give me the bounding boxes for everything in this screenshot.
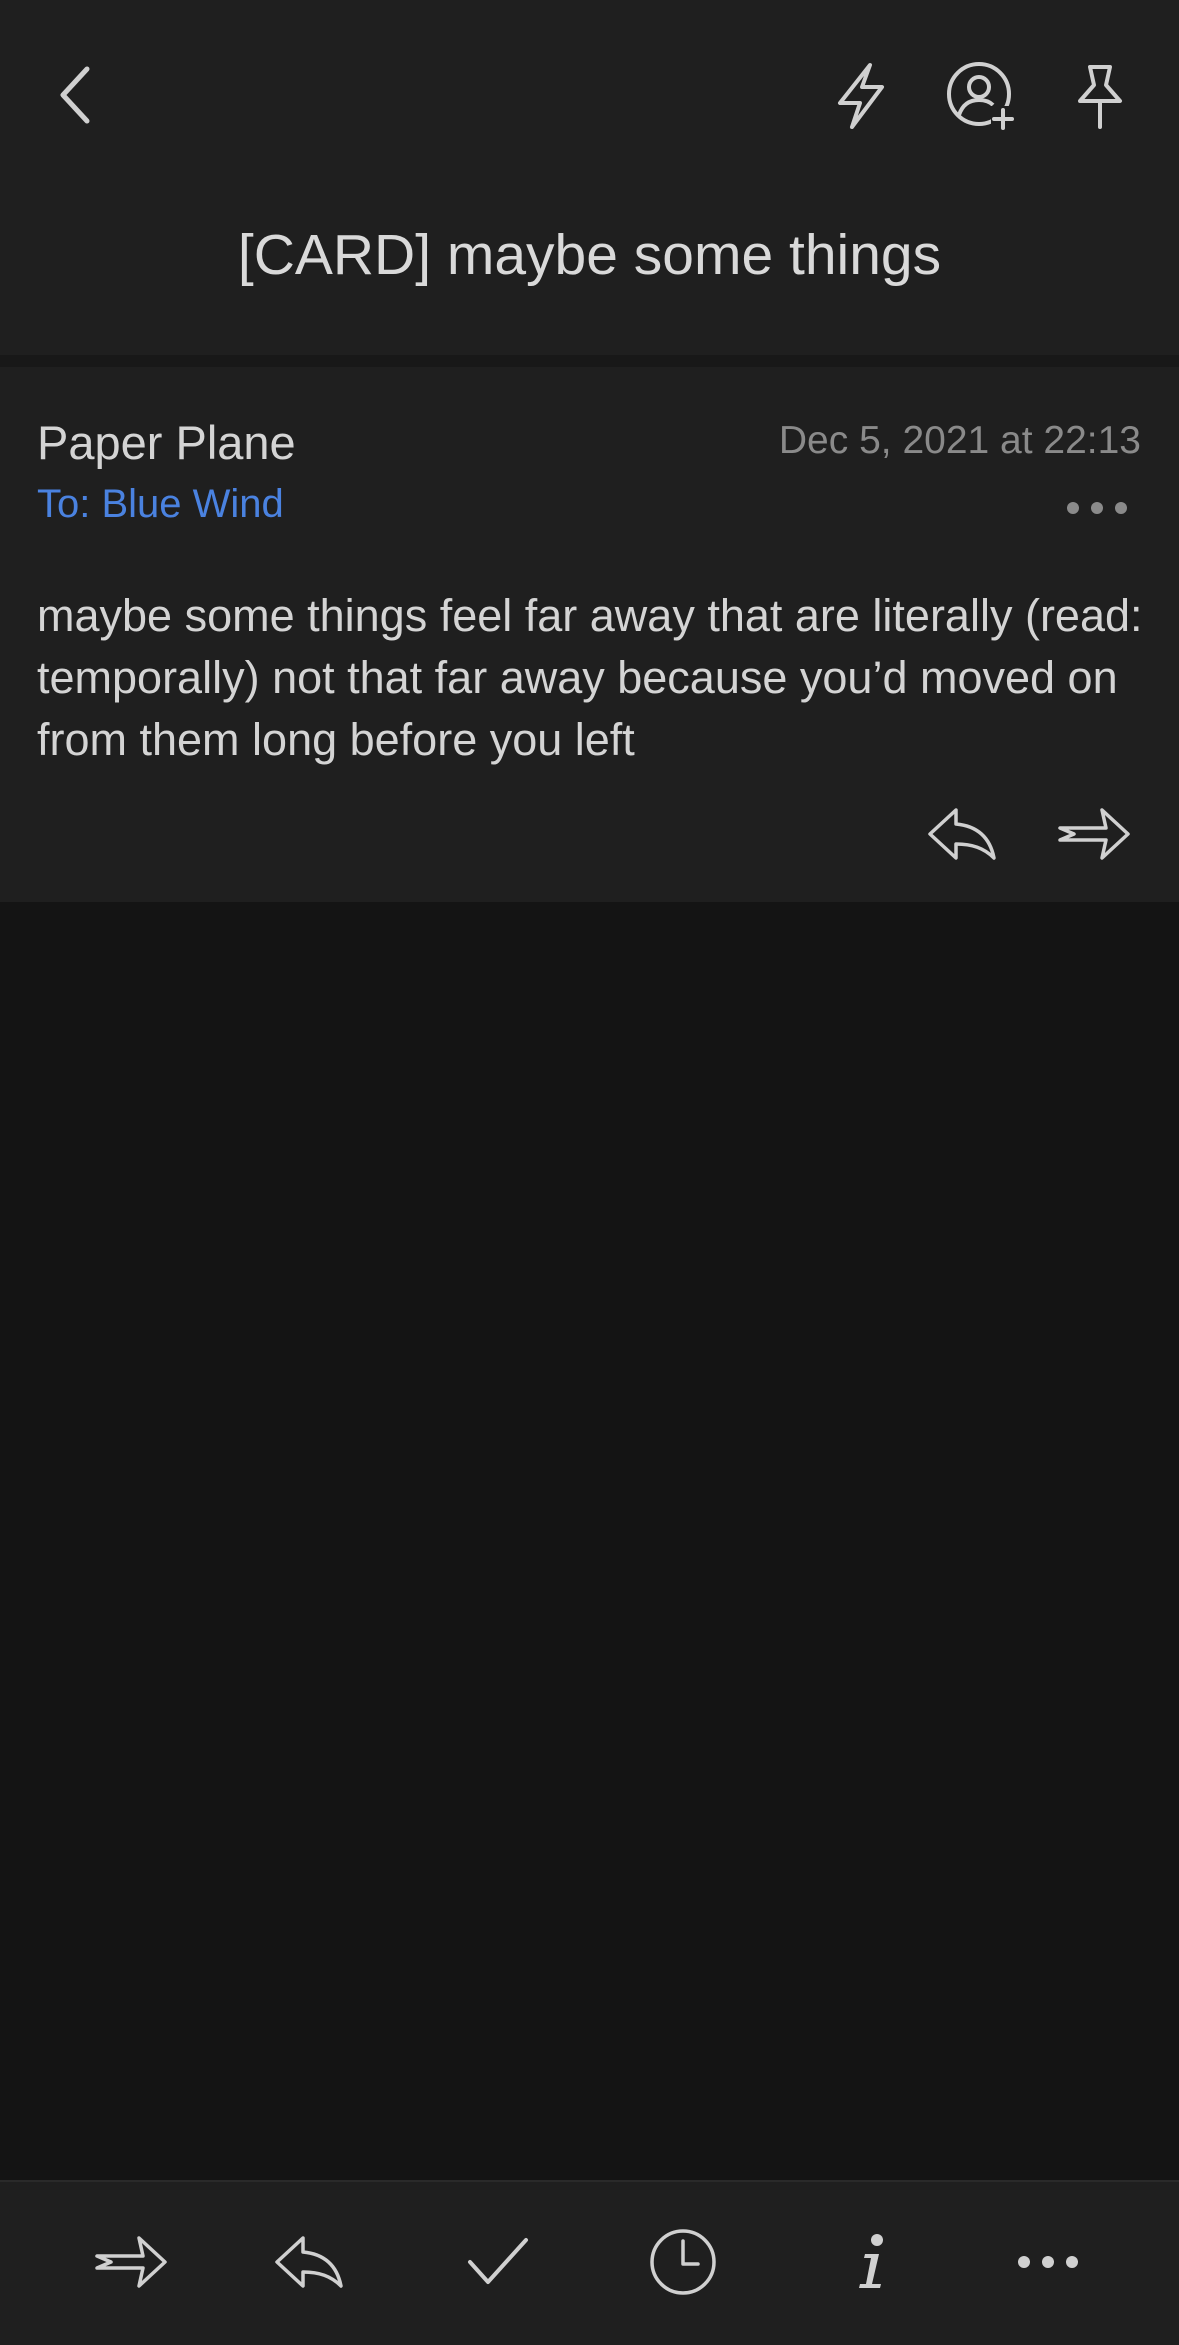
recipient-link[interactable]: To: Blue Wind [37,482,284,527]
toolbar-snooze-button[interactable] [640,2222,726,2302]
reply-icon [928,808,996,860]
toolbar-more-button[interactable] [1005,2222,1091,2302]
message-body: maybe some things feel far away that are… [37,590,1143,765]
sender-name[interactable]: Paper Plane [37,415,296,470]
reply-button[interactable] [920,799,1004,869]
header-bar: [CARD] maybe some things [0,0,1179,355]
clock-icon [650,2229,716,2295]
bottom-toolbar [0,2180,1179,2345]
add-contact-button[interactable] [940,55,1022,137]
message-card: Paper Plane Dec 5, 2021 at 22:13 To: Blu… [0,367,1179,902]
checkmark-icon [468,2238,528,2284]
forward-icon [95,2236,167,2288]
toolbar-reply-button[interactable] [266,2222,352,2302]
forward-icon [1058,808,1130,860]
lightning-bolt-icon [838,63,884,129]
toolbar-info-button[interactable] [828,2222,914,2302]
pin-icon [1078,65,1122,129]
pin-button[interactable] [1060,55,1140,137]
add-contact-icon [947,62,1015,130]
message-date: Dec 5, 2021 at 22:13 [778,419,1141,462]
message-more-button[interactable] [1065,497,1129,519]
info-icon [859,2234,883,2288]
toolbar-forward-button[interactable] [88,2222,174,2302]
more-icon [1018,2256,1078,2268]
quick-action-button[interactable] [820,55,902,137]
reply-icon [275,2236,343,2288]
forward-button[interactable] [1052,799,1136,869]
back-button[interactable] [40,55,110,135]
toolbar-done-button[interactable] [455,2222,541,2302]
back-chevron-icon [60,66,90,124]
more-dots-icon [1067,502,1127,514]
email-subject: [CARD] maybe some things [237,223,942,287]
header-divider [0,355,1179,367]
